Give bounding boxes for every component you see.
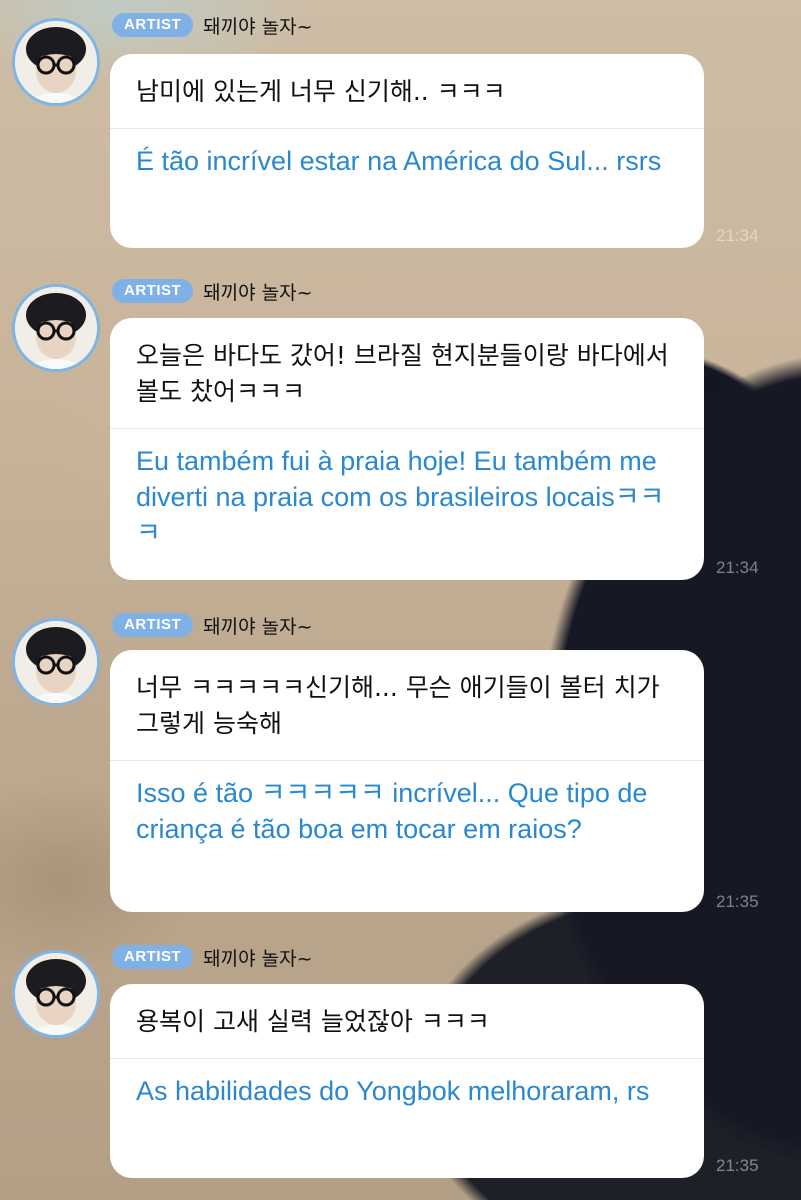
message-bubble[interactable]: 너무 ㅋㅋㅋㅋㅋ신기해... 무슨 애기들이 볼터 치가 그렇게 능숙해 Iss… <box>110 650 704 912</box>
message-header: ARTIST 돼끼야 놀자~ <box>112 943 313 971</box>
avatar-image <box>15 287 97 369</box>
timestamp: 21:35 <box>716 1156 759 1175</box>
artist-badge: ARTIST <box>112 945 194 969</box>
artist-badge: ARTIST <box>112 613 194 637</box>
avatar-image <box>15 21 97 103</box>
nickname[interactable]: 돼끼야 놀자~ <box>203 278 312 305</box>
message-bubble[interactable]: 용복이 고새 실력 늘었잖아 ㅋㅋㅋ As habilidades do Yon… <box>110 984 704 1178</box>
message-header: ARTIST 돼끼야 놀자~ <box>112 11 313 39</box>
original-text: 너무 ㅋㅋㅋㅋㅋ신기해... 무슨 애기들이 볼터 치가 그렇게 능숙해 <box>136 673 660 738</box>
message-bubble[interactable]: 오늘은 바다도 갔어! 브라질 현지분들이랑 바다에서 볼도 찼어ㅋㅋㅋ Eu … <box>110 318 704 580</box>
avatar-image <box>15 953 97 1035</box>
translation-text: Eu também fui à praia hoje! Eu também me… <box>136 446 665 548</box>
message-header: ARTIST 돼끼야 놀자~ <box>112 611 313 639</box>
message-header: ARTIST 돼끼야 놀자~ <box>112 277 313 305</box>
avatar-image <box>15 621 97 703</box>
original-text: 용복이 고새 실력 늘었잖아 ㅋㅋㅋ <box>136 1007 490 1036</box>
artist-badge: ARTIST <box>112 279 194 303</box>
avatar[interactable] <box>12 18 100 106</box>
timestamp: 21:34 <box>716 226 759 245</box>
original-text: 오늘은 바다도 갔어! 브라질 현지분들이랑 바다에서 볼도 찼어ㅋㅋㅋ <box>136 341 669 406</box>
translation-text: As habilidades do Yongbok melhoraram, rs <box>136 1076 650 1106</box>
nickname[interactable]: 돼끼야 놀자~ <box>203 612 312 639</box>
nickname[interactable]: 돼끼야 놀자~ <box>203 12 312 39</box>
avatar[interactable] <box>12 618 100 706</box>
original-text: 남미에 있는게 너무 신기해.. ㅋㅋㅋ <box>136 77 506 106</box>
translation-text: É tão incrível estar na América do Sul..… <box>136 146 662 176</box>
avatar[interactable] <box>12 950 100 1038</box>
timestamp: 21:35 <box>716 892 759 911</box>
avatar[interactable] <box>12 284 100 372</box>
translation-text: Isso é tão ㅋㅋㅋㅋㅋ incrível... Que tipo de… <box>136 778 648 844</box>
timestamp: 21:34 <box>716 558 759 577</box>
artist-badge: ARTIST <box>112 13 194 37</box>
nickname[interactable]: 돼끼야 놀자~ <box>203 944 312 971</box>
message-bubble[interactable]: 남미에 있는게 너무 신기해.. ㅋㅋㅋ É tão incrível esta… <box>110 54 704 248</box>
